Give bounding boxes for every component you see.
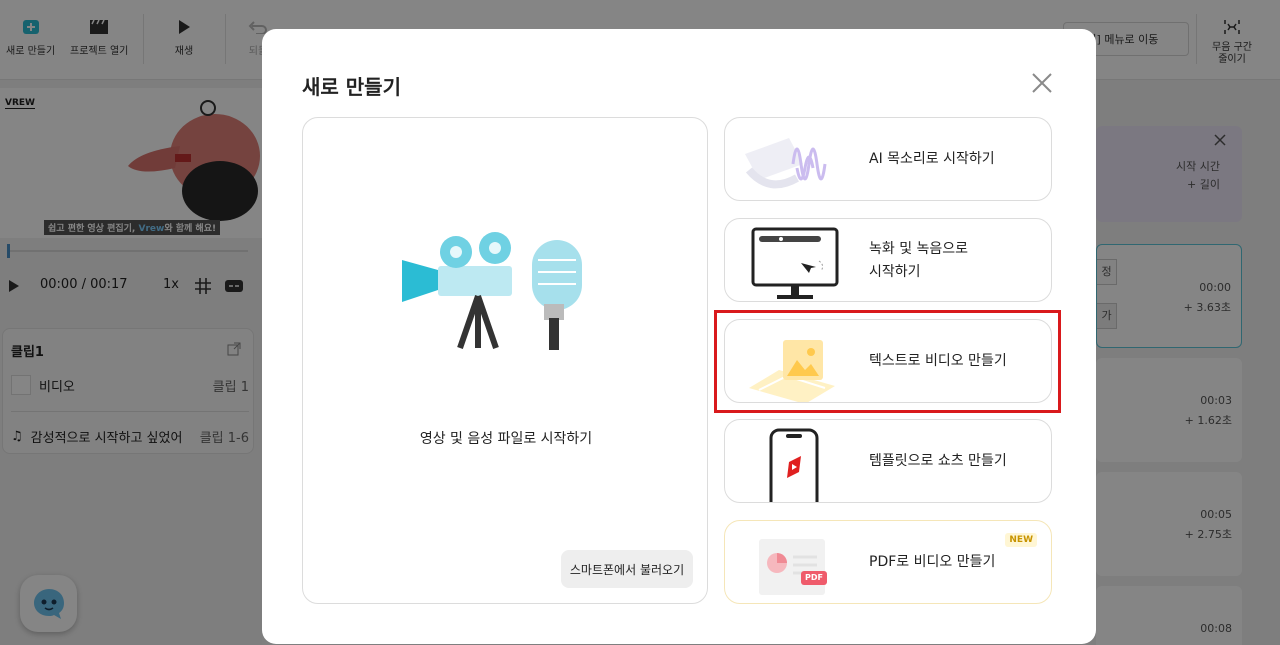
phone-shorts-icon: [769, 428, 819, 502]
monitor-recording-icon: [751, 227, 839, 299]
start-with-recording-card[interactable]: 녹화 및 녹음으로 시작하기: [724, 218, 1052, 302]
option-label: 템플릿으로 쇼츠 만들기: [869, 453, 1007, 470]
option-label: AI 목소리로 시작하기: [869, 151, 995, 168]
start-from-media-label: 영상 및 음성 파일로 시작하기: [419, 431, 593, 447]
import-from-smartphone-button[interactable]: 스마트폰에서 불러오기: [561, 550, 693, 588]
pdf-to-video-card[interactable]: PDF PDF로 비디오 만들기 NEW: [724, 520, 1052, 604]
option-label: 녹화 및 녹음으로 시작하기: [869, 240, 969, 280]
pdf-document-icon: [759, 539, 827, 595]
pdf-tag: PDF: [805, 573, 823, 582]
annotation-highlight-box: [714, 310, 1061, 413]
close-icon[interactable]: [1030, 71, 1054, 95]
start-from-media-card[interactable]: 영상 및 음성 파일로 시작하기 스마트폰에서 불러오기: [302, 117, 708, 604]
camera-microphone-illustration: [402, 232, 582, 350]
new-badge: NEW: [1005, 533, 1037, 547]
modal-title: 새로 만들기: [302, 75, 401, 99]
option-label: PDF로 비디오 만들기: [869, 554, 996, 571]
start-with-ai-voice-card[interactable]: AI 목소리로 시작하기: [724, 117, 1052, 201]
ai-voice-wave-icon: [745, 138, 827, 189]
template-shorts-card[interactable]: 템플릿으로 쇼츠 만들기: [724, 419, 1052, 503]
